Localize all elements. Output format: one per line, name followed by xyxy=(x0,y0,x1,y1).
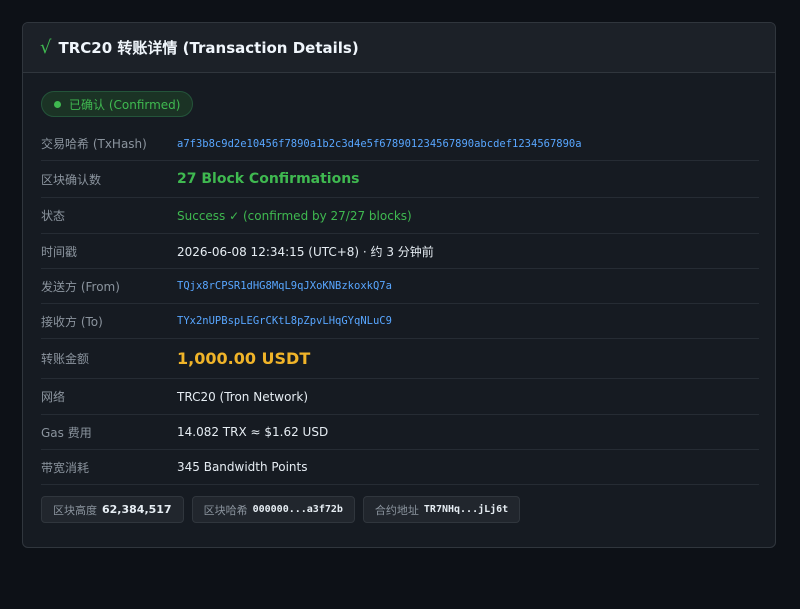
row-from: 发送方 (From) TQjx8rCPSR1dHG8MqL9qJXoKNBzko… xyxy=(41,269,759,304)
row-to: 接收方 (To) TYx2nUPBspLEGrCKtL8pZpvLHqGYqNL… xyxy=(41,304,759,339)
card-body: 已确认 (Confirmed) 交易哈希 (TxHash) a7f3b8c9d2… xyxy=(23,73,775,523)
status-badge-label: 已确认 (Confirmed) xyxy=(69,97,181,112)
timestamp-value: 2026-06-08 12:34:15 (UTC+8) · 约 3 分钟前 xyxy=(177,244,434,259)
row-status: 状态 Success ✓ (confirmed by 27/27 blocks) xyxy=(41,198,759,234)
network-value: TRC20 (Tron Network) xyxy=(177,389,308,404)
chip-block-hash[interactable]: 区块哈希 000000...a3f72b xyxy=(191,496,355,523)
row-timestamp: 时间戳 2026-06-08 12:34:15 (UTC+8) · 约 3 分钟… xyxy=(41,234,759,269)
row-bandwidth: 带宽消耗 345 Bandwidth Points xyxy=(41,450,759,485)
status-dot-icon xyxy=(54,100,61,108)
chip-label: 合约地址 xyxy=(374,503,419,517)
chip-label: 区块哈希 xyxy=(203,503,248,517)
meta-chips: 区块高度 62,384,517 区块哈希 000000...a3f72b 合约地… xyxy=(41,496,757,523)
chip-value: 62,384,517 xyxy=(102,503,172,516)
row-txhash: 交易哈希 (TxHash) a7f3b8c9d2e10456f7890a1b2c… xyxy=(41,127,759,161)
row-label: 发送方 (From) xyxy=(41,279,120,294)
chip-label: 区块高度 xyxy=(53,503,97,517)
row-label: Gas 费用 xyxy=(41,425,92,440)
row-label: 交易哈希 (TxHash) xyxy=(41,137,147,151)
row-label: 区块确认数 xyxy=(41,172,102,187)
row-gas: Gas 费用 14.082 TRX ≈ $1.62 USD xyxy=(41,415,759,450)
page-title: TRC20 转账详情 (Transaction Details) xyxy=(58,39,359,57)
row-label: 转账金额 xyxy=(41,352,90,366)
row-label: 网络 xyxy=(41,390,66,404)
bandwidth-value: 345 Bandwidth Points xyxy=(177,460,308,474)
detail-rows: 交易哈希 (TxHash) a7f3b8c9d2e10456f7890a1b2c… xyxy=(41,127,759,485)
amount-value: 1,000.00 USDT xyxy=(177,349,311,368)
chip-contract-address[interactable]: 合约地址 TR7NHq...jLj6t xyxy=(362,496,521,523)
row-label: 状态 xyxy=(41,209,66,223)
row-label: 时间戳 xyxy=(41,244,78,259)
to-address-link[interactable]: TYx2nUPBspLEGrCKtL8pZpvLHqGYqNLuC9 xyxy=(177,315,392,327)
card-header: √ TRC20 转账详情 (Transaction Details) xyxy=(23,23,775,73)
row-confirmations: 区块确认数 27 Block Confirmations xyxy=(41,161,759,198)
gas-value: 14.082 TRX ≈ $1.62 USD xyxy=(177,425,329,439)
status-value: Success ✓ (confirmed by 27/27 blocks) xyxy=(177,208,412,223)
confirmations-value: 27 Block Confirmations xyxy=(177,171,360,187)
row-label: 带宽消耗 xyxy=(41,460,90,475)
check-icon: √ xyxy=(40,36,52,58)
row-amount: 转账金额 1,000.00 USDT xyxy=(41,339,759,379)
row-network: 网络 TRC20 (Tron Network) xyxy=(41,379,759,415)
chip-value: 000000...a3f72b xyxy=(252,504,343,515)
chip-block-height[interactable]: 区块高度 62,384,517 xyxy=(41,496,184,523)
status-badge: 已确认 (Confirmed) xyxy=(41,91,194,117)
chip-value: TR7NHq...jLj6t xyxy=(423,504,509,515)
from-address-link[interactable]: TQjx8rCPSR1dHG8MqL9qJXoKNBzkoxkQ7a xyxy=(177,280,392,292)
row-label: 接收方 (To) xyxy=(41,314,103,329)
txhash-link[interactable]: a7f3b8c9d2e10456f7890a1b2c3d4e5f67890123… xyxy=(177,138,582,150)
transaction-details-card: √ TRC20 转账详情 (Transaction Details) 已确认 (… xyxy=(22,22,776,548)
